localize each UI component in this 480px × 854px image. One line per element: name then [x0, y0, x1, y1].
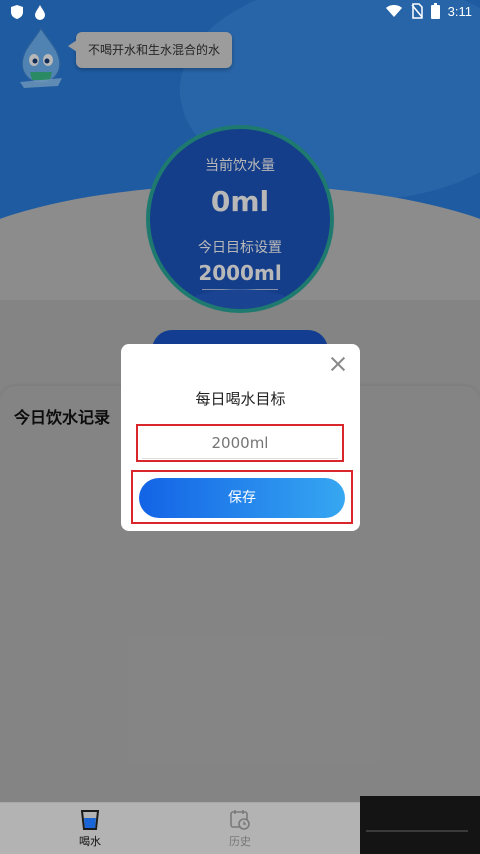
cup-icon [80, 810, 100, 830]
save-button-highlight: 保存 [131, 470, 353, 524]
shield-icon [11, 5, 23, 19]
status-bar: 3:11 [0, 0, 480, 24]
close-icon[interactable] [328, 354, 348, 374]
nav-item-history[interactable]: 历史 [210, 809, 270, 849]
save-button[interactable]: 保存 [139, 478, 345, 518]
input-underline [142, 458, 338, 459]
dark-corner-overlay [360, 796, 480, 854]
nav-label-history: 历史 [229, 835, 251, 848]
nav-label-water: 喝水 [79, 835, 101, 848]
dialog-title: 每日喝水目标 [195, 390, 286, 408]
water-drop-icon [35, 5, 45, 20]
battery-icon [430, 3, 440, 19]
status-time: 3:11 [447, 3, 472, 19]
goal-input[interactable] [138, 426, 342, 460]
goal-input-highlight [136, 424, 344, 462]
wifi-icon [385, 5, 402, 17]
nav-item-water[interactable]: 喝水 [60, 809, 120, 849]
no-sim-icon [411, 3, 423, 19]
goal-dialog: 每日喝水目标 保存 [121, 344, 360, 531]
calendar-clock-icon [230, 810, 250, 830]
